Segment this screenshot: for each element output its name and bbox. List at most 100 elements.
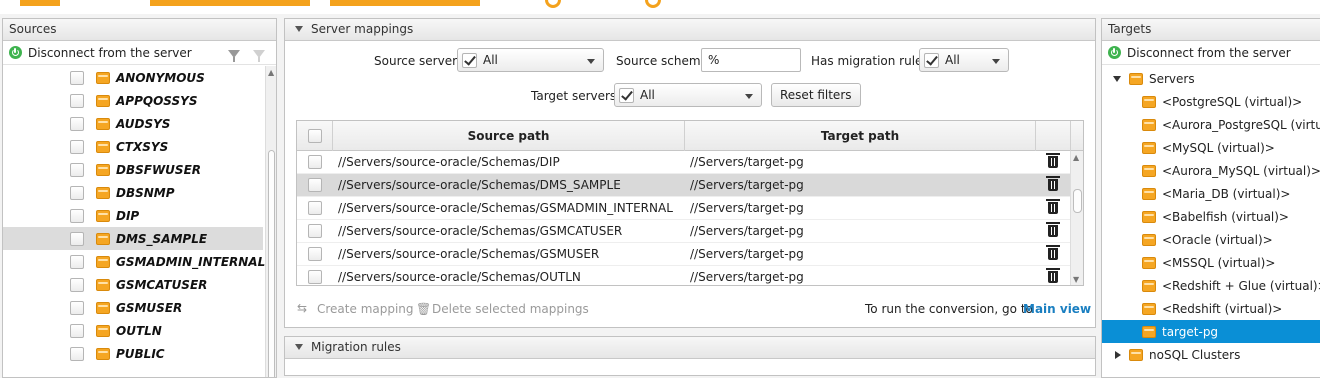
table-row[interactable]: //Servers/source-oracle/Schemas/GSMADMIN… [297,197,1070,220]
source-schema-item[interactable]: DBSFWUSER [3,158,263,181]
server-label: <MySQL (virtual)> [1162,140,1275,155]
delete-mapping-icon[interactable] [1046,199,1060,214]
folder-icon [1129,72,1143,85]
source-schema-item[interactable]: GSMUSER [3,296,263,319]
source-schema-item[interactable]: PUBLIC [3,342,263,365]
source-schema-item[interactable]: GSMCATUSER [3,273,263,296]
scroll-up-icon[interactable]: ▲ [268,68,274,78]
server-label: <Redshift (virtual)> [1162,301,1283,316]
table-row[interactable]: //Servers/source-oracle/Schemas/GSMCATUS… [297,220,1070,243]
row-checkbox[interactable] [308,247,322,261]
row-checkbox[interactable] [308,224,322,238]
schema-label: DBSNMP [116,185,175,200]
sources-disconnect-button[interactable]: Disconnect from the server [28,46,192,60]
tree-node-nosql-clusters[interactable]: noSQL Clusters [1102,343,1320,366]
tree-node-label: Servers [1149,71,1195,86]
schema-checkbox[interactable] [70,323,84,338]
targets-tree: Servers <PostgreSQL (virtual)> <Aurora_Po… [1102,67,1320,366]
source-schema-item[interactable]: DMS_SAMPLE [3,227,263,250]
schema-checkbox[interactable] [70,254,84,269]
table-row[interactable]: //Servers/source-oracle/Schemas/DIP //Ser… [297,151,1070,174]
tree-node-servers[interactable]: Servers [1102,67,1320,90]
source-schema-item[interactable]: AUDSYS [3,112,263,135]
delete-mapping-icon[interactable] [1046,268,1060,283]
server-icon [1142,279,1156,292]
sources-scroll-thumb[interactable] [268,150,275,377]
row-checkbox[interactable] [308,155,322,169]
expand-arrow-icon[interactable] [1115,350,1121,359]
delete-mapping-icon[interactable] [1046,153,1060,168]
schema-checkbox[interactable] [70,93,84,108]
collapse-arrow-icon[interactable] [295,344,303,350]
column-header-actions [1036,121,1071,151]
target-server-item[interactable]: <MSSQL (virtual)> [1102,251,1320,274]
source-schema-item[interactable]: DIP [3,204,263,227]
row-checkbox[interactable] [308,178,322,192]
source-servers-label: Source servers [374,54,464,68]
scroll-down-icon[interactable]: ▼ [1073,275,1079,285]
schema-checkbox[interactable] [70,70,84,85]
target-server-item[interactable]: <Redshift + Glue (virtual)> [1102,274,1320,297]
delete-selected-mappings-button[interactable]: Delete selected mappings [432,302,589,316]
source-schema-input[interactable]: % [701,48,801,72]
target-servers-select[interactable]: All [614,83,762,107]
target-server-item[interactable]: <Maria_DB (virtual)> [1102,182,1320,205]
sources-scrollbar[interactable]: ▲ [265,66,276,377]
source-path-cell: //Servers/source-oracle/Schemas/OUTLN [338,270,581,284]
collapse-arrow-icon[interactable] [295,26,303,32]
expand-arrow-icon[interactable] [1113,75,1121,82]
delete-mapping-icon[interactable] [1046,176,1060,191]
source-servers-select[interactable]: All [457,48,604,72]
schema-label: DBSFWUSER [116,162,202,177]
schema-checkbox[interactable] [70,162,84,177]
table-row[interactable]: //Servers/source-oracle/Schemas/GSMUSER /… [297,243,1070,266]
main-view-link[interactable]: Main view [1023,302,1091,316]
target-server-item[interactable]: <Oracle (virtual)> [1102,228,1320,251]
schema-icon [96,209,110,222]
table-scrollbar[interactable]: ▲ ▼ [1070,151,1083,285]
table-row[interactable]: //Servers/source-oracle/Schemas/DMS_SAMP… [297,174,1070,197]
schema-checkbox[interactable] [70,231,84,246]
target-server-item[interactable]: <Aurora_PostgreSQL (virtual)> [1102,113,1320,136]
create-mapping-button[interactable]: Create mapping [317,302,414,316]
target-server-item[interactable]: <PostgreSQL (virtual)> [1102,90,1320,113]
schema-checkbox[interactable] [70,116,84,131]
reset-filters-button[interactable]: Reset filters [771,83,861,107]
filter-icon[interactable] [228,50,240,62]
select-all-checkbox[interactable] [308,129,322,143]
server-mappings-header[interactable]: Server mappings [285,19,1095,41]
server-icon [1142,118,1156,131]
schema-checkbox[interactable] [70,346,84,361]
table-scroll-thumb[interactable] [1073,189,1082,213]
server-icon [1142,95,1156,108]
migration-rules-header[interactable]: Migration rules [285,337,1095,359]
targets-disconnect-button[interactable]: Disconnect from the server [1127,46,1291,60]
column-header-source-path[interactable]: Source path [333,121,685,151]
schema-checkbox[interactable] [70,277,84,292]
clear-filter-icon[interactable] [253,50,265,62]
target-server-item[interactable]: <Redshift (virtual)> [1102,297,1320,320]
column-header-target-path[interactable]: Target path [685,121,1036,151]
source-schema-item[interactable]: OUTLN [3,319,263,342]
table-row[interactable]: //Servers/source-oracle/Schemas/OUTLN //S… [297,266,1070,285]
schema-checkbox[interactable] [70,208,84,223]
source-schema-item[interactable]: ANONYMOUS [3,66,263,89]
source-schema-item[interactable]: CTXSYS [3,135,263,158]
has-migration-rules-select[interactable]: All [919,48,1009,72]
target-server-item[interactable]: <Aurora_MySQL (virtual)> [1102,159,1320,182]
source-schema-item[interactable]: DBSNMP [3,181,263,204]
schema-checkbox[interactable] [70,139,84,154]
target-server-item[interactable]: <MySQL (virtual)> [1102,136,1320,159]
row-checkbox[interactable] [308,201,322,215]
source-schema-item[interactable]: GSMADMIN_INTERNAL [3,250,265,273]
scroll-up-icon[interactable]: ▲ [1073,153,1079,163]
row-checkbox[interactable] [308,270,322,284]
schema-checkbox[interactable] [70,300,84,315]
source-schema-item[interactable]: APPQOSSYS [3,89,263,112]
schema-checkbox[interactable] [70,185,84,200]
schema-icon [96,186,110,199]
target-server-item[interactable]: <Babelfish (virtual)> [1102,205,1320,228]
target-server-item[interactable]: target-pg [1102,320,1320,343]
delete-mapping-icon[interactable] [1046,222,1060,237]
delete-mapping-icon[interactable] [1046,245,1060,260]
